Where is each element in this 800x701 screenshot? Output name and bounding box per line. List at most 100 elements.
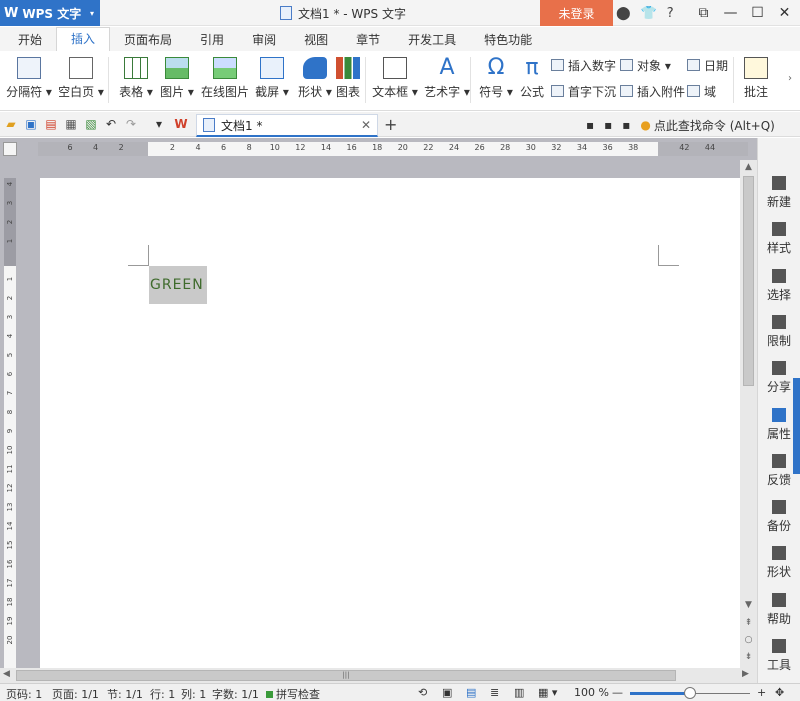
date-button[interactable]: 日期: [687, 56, 728, 74]
table-cell[interactable]: GREEN: [149, 266, 207, 304]
redo-icon[interactable]: ↷: [124, 117, 138, 131]
ribbon-button-pi[interactable]: π 公式: [517, 51, 547, 111]
app-menu-button[interactable]: W WPS 文字 ▾: [0, 0, 100, 26]
status-col[interactable]: 列: 1: [181, 686, 206, 701]
cloud-icon[interactable]: ⬤: [616, 6, 631, 21]
vertical-scrollbar[interactable]: ▲ ▼ ⇞ ○ ⇟: [740, 160, 757, 668]
spellcheck-toggle[interactable]: 拼写检查: [266, 686, 320, 701]
print-preview-icon[interactable]: ▧: [84, 117, 98, 131]
tab-3[interactable]: 引用: [186, 29, 238, 51]
field-button[interactable]: 域: [687, 82, 716, 100]
close-tab-icon[interactable]: ✕: [361, 118, 371, 132]
undo-icon[interactable]: ↶: [104, 117, 118, 131]
wps-w-icon[interactable]: W: [174, 117, 188, 131]
insert-attachment-button[interactable]: 插入附件: [620, 82, 685, 100]
flag-icon[interactable]: ▪: [622, 118, 630, 132]
new-tab-icon[interactable]: +: [384, 115, 397, 134]
sidebar-item-select[interactable]: 选择: [758, 268, 800, 303]
tab-1[interactable]: 插入: [56, 27, 111, 51]
sidebar-item-shape[interactable]: 形状: [758, 546, 800, 580]
status-word-count[interactable]: 字数: 1/1: [212, 686, 259, 701]
open-icon[interactable]: ▰: [4, 117, 18, 131]
ribbon-button-picture[interactable]: 图片 ▾: [158, 51, 196, 111]
object-icon: [620, 59, 633, 71]
sidebar-item-tools[interactable]: 工具: [758, 639, 800, 673]
pdf-icon[interactable]: ▤: [44, 117, 58, 131]
qa-dropdown-icon[interactable]: ▾: [152, 117, 166, 131]
drop-cap-button[interactable]: 首字下沉: [551, 82, 616, 100]
fit-window-icon[interactable]: ✥: [775, 686, 784, 699]
skin-icon[interactable]: 👕: [641, 6, 657, 21]
help-menu-button[interactable]: ?: [667, 6, 674, 21]
minimize-button[interactable]: —: [717, 5, 744, 21]
tab-4[interactable]: 审阅: [238, 29, 290, 51]
page-view-icon[interactable]: ▤: [466, 686, 476, 699]
ruler-tick-label: 12: [295, 143, 306, 152]
tab-5[interactable]: 视图: [290, 29, 342, 51]
login-button[interactable]: 未登录: [540, 0, 613, 26]
scroll-down-icon[interactable]: ▼: [740, 600, 757, 610]
ribbon-button-table[interactable]: 表格 ▾: [117, 51, 155, 111]
status-row[interactable]: 行: 1: [150, 686, 175, 701]
vertical-scroll-thumb[interactable]: [743, 176, 754, 386]
list-icon[interactable]: ▪: [604, 118, 612, 132]
ruler-tick-label: 2: [169, 143, 175, 152]
horizontal-ruler[interactable]: 6 4 2 2 4 6 8 10 12 14 16 18 20 22 24 26 28 30 32 34 36 38 42 4…: [38, 142, 748, 156]
zoom-level[interactable]: 100 %: [574, 686, 609, 699]
sidebar-item-new-doc[interactable]: 新建: [758, 176, 800, 210]
fullscreen-view-icon[interactable]: ▣: [442, 686, 452, 699]
sidebar-item-help[interactable]: 帮助: [758, 592, 800, 627]
document-tab[interactable]: 文档1 * ✕: [196, 114, 378, 137]
object-button[interactable]: 对象 ▾: [620, 56, 671, 74]
scroll-up-icon[interactable]: ▲: [740, 162, 757, 172]
ribbon-button-online-picture[interactable]: 在线图片: [200, 51, 250, 111]
status-page-code[interactable]: 页码: 1: [6, 686, 42, 701]
ribbon-button-chart[interactable]: 图表: [333, 51, 363, 111]
insert-number-button[interactable]: 插入数字: [551, 56, 616, 74]
web-view-icon[interactable]: ▥: [514, 686, 524, 699]
ribbon-button-shapes[interactable]: 形状 ▾: [296, 51, 334, 111]
sidebar-item-backup[interactable]: 备份: [758, 500, 800, 534]
select-browse-object-icon[interactable]: ○: [740, 635, 757, 645]
ribbon-button-wordart[interactable]: A 艺术字 ▾: [422, 51, 472, 111]
zoom-out-icon[interactable]: —: [612, 686, 623, 699]
prev-page-icon[interactable]: ⇞: [740, 618, 757, 628]
ribbon-scroll-right-icon[interactable]: ›: [788, 73, 792, 84]
horizontal-scrollbar[interactable]: ◀ ||| ▶: [0, 668, 757, 683]
ribbon-button-textbox[interactable]: 文本框 ▾: [370, 51, 420, 111]
ribbon-button-screenshot[interactable]: 截屏 ▾: [252, 51, 292, 111]
tab-8[interactable]: 特色功能: [470, 29, 546, 51]
save-icon[interactable]: ▣: [24, 117, 38, 131]
ribbon-button-page-break[interactable]: 分隔符 ▾: [4, 51, 54, 111]
maximize-button[interactable]: ☐: [744, 5, 771, 21]
status-pages[interactable]: 页面: 1/1: [52, 686, 99, 701]
restore-view-icon[interactable]: ⧉: [690, 5, 717, 21]
zoom-slider-knob[interactable]: [684, 687, 696, 699]
ribbon-separator: [733, 57, 734, 103]
reading-view-icon[interactable]: ▦ ▾: [538, 686, 557, 699]
comment-button[interactable]: 批注: [740, 51, 772, 111]
command-search[interactable]: ● 点此查找命令 (Alt+Q): [640, 117, 774, 134]
horizontal-scroll-thumb[interactable]: |||: [16, 670, 676, 681]
tab-0[interactable]: 开始: [4, 29, 56, 51]
ribbon-button-blank-page[interactable]: 空白页 ▾: [56, 51, 106, 111]
sidebar-item-restrict[interactable]: 限制: [758, 314, 800, 349]
zoom-in-icon[interactable]: +: [757, 686, 766, 699]
ribbon-button-omega[interactable]: Ω 符号 ▾: [476, 51, 516, 111]
tab-7[interactable]: 开发工具: [394, 29, 470, 51]
view-toggle-icon[interactable]: ▪: [586, 118, 594, 132]
print-icon[interactable]: ▦: [64, 117, 78, 131]
tab-2[interactable]: 页面布局: [110, 29, 186, 51]
tab-6[interactable]: 章节: [342, 29, 394, 51]
status-section[interactable]: 节: 1/1: [107, 686, 143, 701]
vertical-ruler[interactable]: 4 3 2 1 1 2 3 4 5 6 7 8 9 10 11 12 13 14 15 16 17 18 19 20: [4, 178, 16, 668]
close-button[interactable]: ✕: [771, 5, 798, 21]
scroll-left-icon[interactable]: ◀: [3, 669, 10, 679]
next-page-icon[interactable]: ⇟: [740, 652, 757, 662]
tab-stop-selector[interactable]: [3, 142, 17, 156]
sidebar-expand-handle[interactable]: [793, 378, 800, 474]
revision-icon[interactable]: ⟲: [418, 686, 427, 699]
scroll-right-icon[interactable]: ▶: [742, 669, 749, 679]
sidebar-item-style[interactable]: 样式: [758, 222, 800, 256]
outline-view-icon[interactable]: ≣: [490, 686, 499, 699]
